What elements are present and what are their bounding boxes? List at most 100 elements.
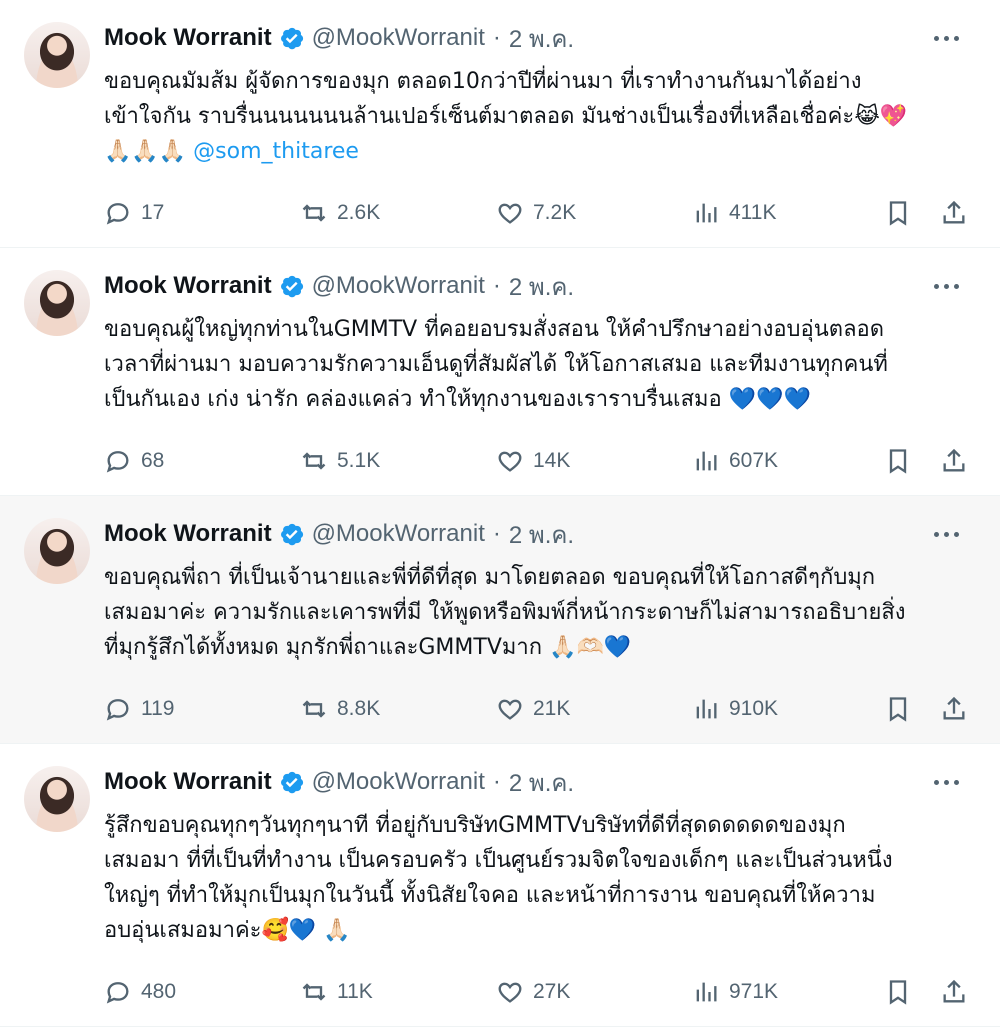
tweet-date[interactable]: 2 พ.ค. [509,763,574,802]
tweet-body: ขอบคุณผู้ใหญ่ทุกท่านในGMMTV ที่คอยอบรมสั… [104,317,888,412]
share-button[interactable] [940,978,968,1006]
heart-icon [498,451,522,472]
like-count: 21K [533,697,571,720]
author-handle[interactable]: @MookWorranit [312,272,485,300]
tweet-actions: 480 11K 27K 971K [104,966,970,1026]
verified-badge-icon [280,27,303,49]
repost-count: 11K [337,980,373,1003]
more-icon[interactable] [934,276,964,296]
more-icon[interactable] [934,772,964,792]
tweet-card[interactable]: Mook Worranit @MookWorranit · 2 พ.ค. ขอบ… [0,248,1000,496]
separator-dot: · [492,520,501,547]
repost-icon [302,983,326,1001]
verified-badge-icon [280,523,303,545]
tweet-actions: 17 2.6K 7.2K 411K [104,187,970,247]
bookmark-button[interactable] [884,447,912,475]
views-count: 411K [729,201,777,224]
repost-button[interactable]: 5.1K [300,447,380,475]
more-icon[interactable] [934,28,964,48]
heart-icon [498,699,522,720]
share-button[interactable] [940,199,968,227]
tweet-date[interactable]: 2 พ.ค. [509,19,574,58]
like-button[interactable]: 14K [496,447,570,475]
reply-icon [106,982,129,1004]
repost-count: 2.6K [337,201,381,224]
share-icon [943,200,965,224]
author-name[interactable]: Mook Worranit [104,520,272,548]
views-icon [696,203,717,223]
reply-count: 480 [141,980,177,1003]
reply-count: 119 [141,697,175,720]
like-button[interactable]: 27K [496,978,570,1006]
author-avatar[interactable] [24,518,90,584]
reply-count: 17 [141,201,165,224]
bookmark-icon [889,449,907,474]
views-count: 910K [729,697,779,720]
repost-count: 8.8K [337,697,381,720]
reply-button[interactable]: 17 [104,199,164,227]
bookmark-icon [889,980,907,1005]
tweet-actions: 119 8.8K 21K 910K [104,683,970,743]
views-button[interactable]: 971K [692,978,778,1006]
views-button[interactable]: 910K [692,695,778,723]
author-name[interactable]: Mook Worranit [104,24,272,52]
reply-button[interactable]: 480 [104,978,176,1006]
repost-button[interactable]: 11K [300,978,373,1006]
author-avatar[interactable] [24,270,90,336]
bookmark-button[interactable] [884,978,912,1006]
like-button[interactable]: 7.2K [496,199,576,227]
share-icon [943,979,965,1003]
tweet-text: ขอบคุณผู้ใหญ่ทุกท่านในGMMTV ที่คอยอบรมสั… [104,312,966,417]
like-count: 14K [533,449,571,472]
like-count: 27K [533,980,571,1003]
share-icon [943,448,965,472]
tweet-actions: 68 5.1K 14K 607K [104,435,970,495]
bookmark-icon [889,201,907,226]
tweet-header: Mook Worranit @MookWorranit · 2 พ.ค. [104,516,970,552]
views-icon [696,982,717,1002]
reply-button[interactable]: 119 [104,695,174,723]
share-button[interactable] [940,447,968,475]
mention-link[interactable]: @som_thitaree [193,139,359,164]
author-handle[interactable]: @MookWorranit [312,520,485,548]
tweet-date[interactable]: 2 พ.ค. [509,515,574,554]
timeline: Mook Worranit @MookWorranit · 2 พ.ค. ขอบ… [0,0,1000,1027]
views-button[interactable]: 411K [692,199,777,227]
author-handle[interactable]: @MookWorranit [312,768,485,796]
repost-button[interactable]: 8.8K [300,695,380,723]
repost-icon [302,204,326,222]
more-icon[interactable] [934,524,964,544]
separator-dot: · [492,272,501,299]
tweet-body: รู้สึกขอบคุณทุกๆวันทุกๆนาที ที่อยู่กับบร… [104,813,893,943]
tweet-text: ขอบคุณมัมส้ม ผู้จัดการของมุก ตลอด10กว่าป… [104,64,966,169]
bookmark-button[interactable] [884,199,912,227]
repost-icon [302,452,326,470]
author-avatar[interactable] [24,22,90,88]
tweet-date[interactable]: 2 พ.ค. [509,267,574,306]
repost-button[interactable]: 2.6K [300,199,380,227]
share-button[interactable] [940,695,968,723]
views-button[interactable]: 607K [692,447,778,475]
tweet-card[interactable]: Mook Worranit @MookWorranit · 2 พ.ค. รู้… [0,744,1000,1027]
like-count: 7.2K [533,201,577,224]
tweet-header: Mook Worranit @MookWorranit · 2 พ.ค. [104,20,970,56]
repost-icon [302,700,326,718]
tweet-card[interactable]: Mook Worranit @MookWorranit · 2 พ.ค. ขอบ… [0,496,1000,744]
tweet-text: ขอบคุณพี่ถา ที่เป็นเจ้านายและพี่ที่ดีที่… [104,560,966,665]
verified-badge-icon [280,275,303,297]
tweet-text: รู้สึกขอบคุณทุกๆวันทุกๆนาที ที่อยู่กับบร… [104,808,966,948]
author-avatar[interactable] [24,766,90,832]
reply-icon [106,451,129,473]
views-icon [696,451,717,471]
repost-count: 5.1K [337,449,381,472]
like-button[interactable]: 21K [496,695,570,723]
author-name[interactable]: Mook Worranit [104,768,272,796]
author-handle[interactable]: @MookWorranit [312,24,485,52]
tweet-header: Mook Worranit @MookWorranit · 2 พ.ค. [104,764,970,800]
tweet-header: Mook Worranit @MookWorranit · 2 พ.ค. [104,268,970,304]
author-name[interactable]: Mook Worranit [104,272,272,300]
reply-button[interactable]: 68 [104,447,164,475]
tweet-card[interactable]: Mook Worranit @MookWorranit · 2 พ.ค. ขอบ… [0,0,1000,248]
reply-icon [106,203,129,225]
bookmark-button[interactable] [884,695,912,723]
